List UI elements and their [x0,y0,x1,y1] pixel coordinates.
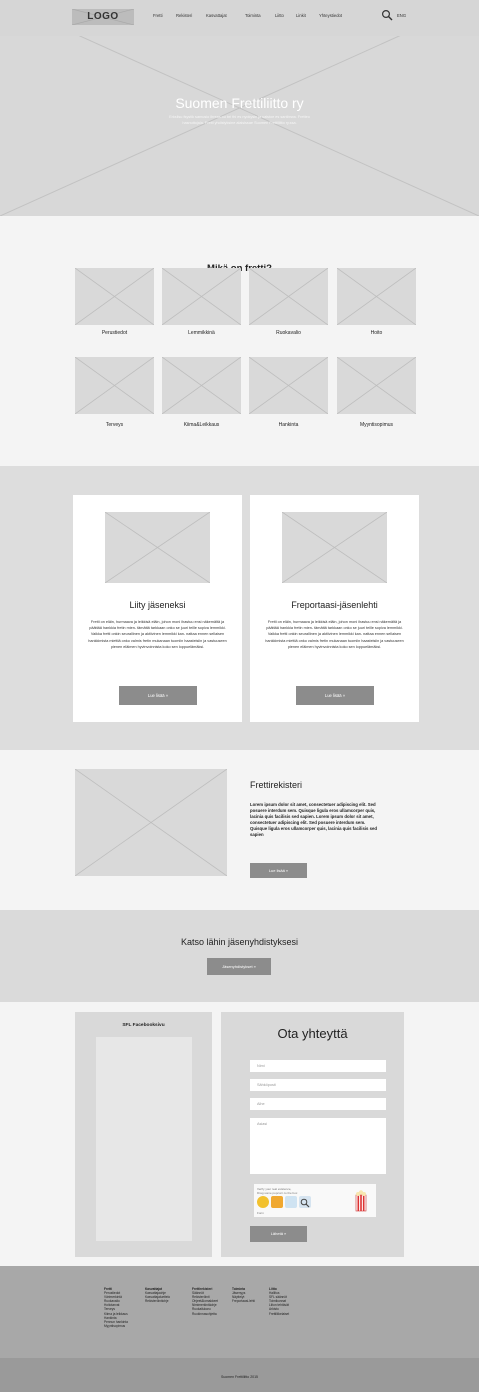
image-placeholder-icon [105,512,210,583]
card-image [105,512,210,583]
contact-title: Ota yhteyttä [277,1026,348,1041]
tile-label[interactable]: Hoito [337,330,416,336]
image-placeholder-icon [282,512,387,583]
logo[interactable]: LOGO [72,9,134,25]
nav-item-rekisteri[interactable]: Rekisteri [176,13,192,18]
facebook-feed[interactable] [96,1037,192,1241]
nav-item-liitto[interactable]: Liitto [275,13,284,18]
name-field[interactable]: Nimi [250,1060,386,1072]
card-text: Fretti on eläin, hurmaava ja leikkisä el… [88,620,227,649]
image-placeholder-icon [337,357,416,414]
captcha-magnifier-icon[interactable] [299,1196,311,1208]
nav-item-kasvattajat[interactable]: Kasvattajat [206,13,227,18]
tile-image-0[interactable] [75,268,154,325]
image-placeholder-icon [75,268,154,325]
top-navigation: LOGO Fretti Rekisteri Kasvattajat Toimin… [0,0,479,36]
card-title: Freportaasi-jäsenlehti [291,600,378,610]
registry-text: Lorem ipsum dolor sit amet, consectetuer… [250,802,378,837]
logo-text: LOGO [87,11,119,22]
footer-column: Liitto Hallitus SFL säännöt Toimikunnat Liit… [269,1287,289,1316]
captcha-hand-icon[interactable] [271,1196,283,1208]
local-associations-section [0,910,479,1002]
message-field[interactable]: Asiasi [250,1118,386,1174]
tile-image-4[interactable] [75,357,154,414]
fretti-info-section [0,216,479,466]
tile-image-5[interactable] [162,357,241,414]
tile-label[interactable]: Perustiedot [75,330,154,336]
footer-column: Fretti Perustiedot Värimerkintä Ruokavalio H… [104,1287,128,1328]
send-button[interactable]: Lähetä » [250,1226,307,1242]
footer-link[interactable]: Ruokinnasohjetta [192,1312,218,1316]
image-placeholder-icon [75,769,227,876]
search-icon[interactable] [381,9,393,21]
image-placeholder-icon [162,268,241,325]
hero-title: Suomen Frettiliitto ry [175,95,304,111]
language-switch[interactable]: ENG [397,13,406,18]
footer-link[interactable]: Frettiliikelaiset [269,1312,289,1316]
hero-subtitle: Erksilsu fsystik samusio ihreas ou bri t… [169,115,310,125]
footer-link[interactable]: Rekisteröintiohje [145,1299,170,1303]
local-title: Katso lähin jäsenyhdistyksesi [180,937,299,947]
tile-label[interactable]: Lemmikkinä [162,330,241,336]
image-placeholder-icon [75,357,154,414]
captcha-widget: Verify your real existence, Drag some po… [254,1184,376,1217]
image-placeholder-icon [249,268,328,325]
tile-image-6[interactable] [249,357,328,414]
registry-section [0,750,479,910]
registry-title: Frettirekisteri [250,780,303,790]
captcha-drop-box[interactable] [285,1196,297,1208]
captcha-instruction-2: Drag some popcorn to the box [257,1191,298,1195]
card-image [282,512,387,583]
nav-item-toiminta[interactable]: Toiminta [245,13,261,18]
tile-label[interactable]: Terveys [75,422,154,428]
card-text: Fretti on eläin, hurmaava ja leikkisä el… [265,620,404,649]
tile-label[interactable]: Kiima&Leikkaus [162,422,241,428]
tile-label[interactable]: Hankinta [249,422,328,428]
tile-image-7[interactable] [337,357,416,414]
card-membership: Liity jäseneksi Fretti on eläin, hurmaav… [73,495,242,722]
registry-read-more-button[interactable]: Lue lisää » [250,863,307,878]
image-placeholder-icon [337,268,416,325]
image-placeholder-icon [249,357,328,414]
tile-image-1[interactable] [162,268,241,325]
nav-item-linkit[interactable]: Linkit [296,13,306,18]
read-more-button[interactable]: Lue lisää » [296,686,374,705]
copyright: Suomen Frettiliitto 2015 [221,1375,258,1379]
footer-link[interactable]: Myyntisopimus [104,1324,128,1328]
image-placeholder-icon [162,357,241,414]
footer-column: Kasvattajat Kasvattajaohje Kasvattajaluett… [145,1287,170,1303]
captcha-emoji-icon[interactable] [257,1196,269,1208]
associations-button[interactable]: Jäsenyhdistykset » [207,958,271,975]
captcha-footer: Form [257,1211,264,1215]
facebook-title: SFL Facebooksivu [122,1023,165,1028]
footer-column: Toiminta Jäsenyys Näyttelyt Freportaasi-leh… [232,1287,255,1303]
tile-label[interactable]: Myyntisopimus [337,422,416,428]
footer [0,1266,479,1358]
nav-item-yhteystiedot[interactable]: Yhteystiedot [319,13,342,18]
tile-image-2[interactable] [249,268,328,325]
subject-field[interactable]: Aihe [250,1098,386,1110]
nav-item-fretti[interactable]: Fretti [153,13,163,18]
registry-image [75,769,227,876]
popcorn-icon[interactable] [354,1189,368,1212]
tile-image-3[interactable] [337,268,416,325]
tile-label[interactable]: Ruokavalio [249,330,328,336]
footer-link[interactable]: Freportaasi-lehti [232,1299,255,1303]
email-field[interactable]: Sähköposti [250,1079,386,1091]
card-title: Liity jäseneksi [129,600,186,610]
read-more-button[interactable]: Lue lisää » [119,686,197,705]
card-magazine: Freportaasi-jäsenlehti Fretti on eläin, … [250,495,419,722]
footer-column: Frettirekisteri Säännöt Rekisteröinti Ohjee… [192,1287,218,1316]
